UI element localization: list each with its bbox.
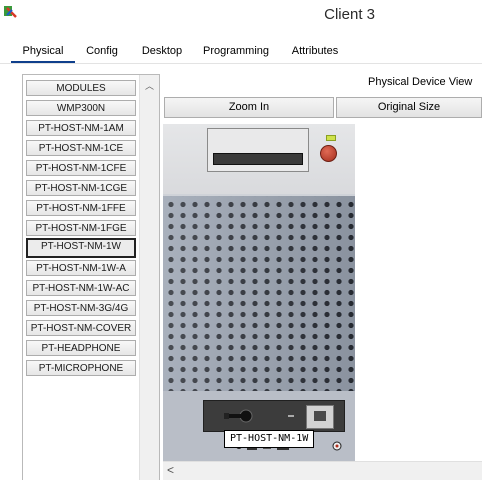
viewport-horizontal-scrollbar[interactable]: < <box>163 461 482 480</box>
modules-scroll-up-button[interactable]: ︿ <box>139 75 159 93</box>
ethernet-port-icon <box>306 405 334 429</box>
floppy-drive-bay <box>207 128 309 172</box>
antenna-icon <box>224 409 253 423</box>
module-item[interactable]: PT-HOST-NM-COVER <box>26 320 136 336</box>
modules-header: MODULES <box>26 80 136 96</box>
module-bay <box>163 391 355 461</box>
tab-desktop[interactable]: Desktop <box>134 41 190 63</box>
tab-attributes[interactable]: Attributes <box>284 41 346 63</box>
grille-shading <box>163 196 355 391</box>
module-item[interactable]: PT-HOST-NM-1AM <box>26 120 136 136</box>
pc-chassis <box>163 124 355 461</box>
tab-programming[interactable]: Programming <box>198 41 274 63</box>
power-led <box>326 135 336 141</box>
module-item[interactable]: PT-HOST-NM-3G/4G <box>26 300 136 316</box>
module-item[interactable]: PT-HOST-NM-1CE <box>26 140 136 156</box>
tab-physical[interactable]: Physical <box>11 41 75 64</box>
zoom-in-button[interactable]: Zoom In <box>164 97 334 118</box>
drive-slot <box>213 153 303 165</box>
module-label-mark <box>288 415 294 417</box>
module-item[interactable]: PT-HOST-NM-1CGE <box>26 180 136 196</box>
module-item[interactable]: PT-MICROPHONE <box>26 360 136 376</box>
module-item-selected[interactable]: PT-HOST-NM-1W <box>26 238 136 258</box>
chassis-top <box>163 124 355 194</box>
module-slot[interactable] <box>203 400 345 432</box>
module-item[interactable]: PT-HEADPHONE <box>26 340 136 356</box>
module-item[interactable]: PT-HOST-NM-1CFE <box>26 160 136 176</box>
original-size-button[interactable]: Original Size <box>336 97 482 118</box>
modules-scrollbar[interactable] <box>139 93 159 480</box>
tab-config[interactable]: Config <box>79 41 125 63</box>
module-item[interactable]: PT-HOST-NM-1W-A <box>26 260 136 276</box>
window-title: Client 3 <box>324 6 375 23</box>
module-item[interactable]: PT-HOST-NM-1FGE <box>26 220 136 236</box>
chevron-up-icon: ︿ <box>145 81 155 91</box>
module-item[interactable]: WMP300N <box>26 100 136 116</box>
chevron-left-icon[interactable]: < <box>167 463 174 477</box>
device-viewport: PT-HOST-NM-1W <box>163 124 482 461</box>
module-tooltip: PT-HOST-NM-1W <box>224 430 315 448</box>
title-bar: Client 3 <box>0 0 482 30</box>
module-item[interactable]: PT-HOST-NM-1W-AC <box>26 280 136 296</box>
tab-bar: Physical Config Desktop Programming Attr… <box>0 38 482 64</box>
module-item[interactable]: PT-HOST-NM-1FFE <box>26 200 136 216</box>
tab-divider <box>0 63 482 64</box>
power-button[interactable] <box>320 145 337 162</box>
modules-panel: MODULES WMP300N PT-HOST-NM-1AM PT-HOST-N… <box>22 74 160 480</box>
physical-device-view-label: Physical Device View <box>368 76 473 88</box>
